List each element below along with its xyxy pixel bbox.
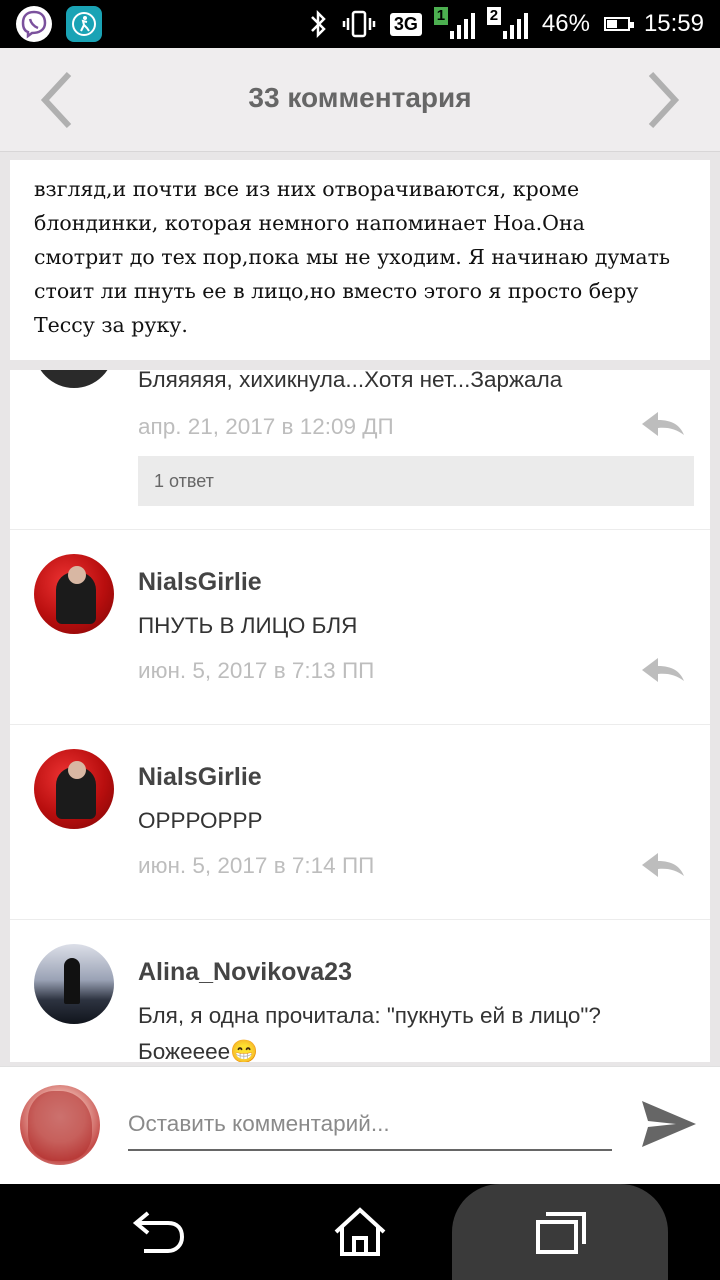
comment-date: июн. 5, 2017 в 7:13 ПП [138,658,375,683]
comment-author[interactable]: Alina_Novikova23 [138,958,352,987]
comment-item: NialsGirlie ОРРРОРРР июн. 5, 2017 в 7:14… [10,725,710,920]
comment-item: Alina_Novikova23 Бля, я одна прочитала: … [10,920,710,1062]
comment-date: июн. 5, 2017 в 7:14 ПП [138,853,375,878]
avatar[interactable] [34,944,114,1024]
status-bar: 3G 1 2 46% 15:59 [0,0,720,48]
comments-header: 33 комментария [0,48,720,152]
recents-button[interactable] [452,1184,668,1280]
battery-icon [603,17,634,31]
next-part-button[interactable] [644,70,684,130]
send-icon [642,1101,696,1147]
page-title: 33 комментария [248,82,472,113]
bluetooth-icon [308,9,328,39]
comment-composer [0,1066,720,1184]
sim2-signal-icon: 2 [486,7,528,39]
chevron-right-icon [648,71,680,129]
comment-text: ОРРРОРРР [138,808,263,833]
comment-author[interactable]: NialsGirlie [138,763,262,792]
battery-percent: 46% [541,10,590,37]
comment-list: Бляяяяя, хихикнула...Хотя нет...Заржала … [10,370,710,1062]
comment-item: Бляяяяя, хихикнула...Хотя нет...Заржала … [10,370,710,530]
send-button[interactable] [640,1097,698,1151]
reply-icon[interactable] [640,410,686,438]
home-button[interactable] [310,1184,410,1280]
recents-icon [536,1212,586,1254]
home-icon [334,1207,386,1256]
network-type-badge: 3G [389,12,422,36]
comment-text: Бля, я одна прочитала: "пукнуть ей в лиц… [138,998,678,1062]
comment-text: ПНУТЬ В ЛИЦО БЛЯ [138,613,358,638]
story-line: смотрит до тех пор,пока мы не уходим. Я … [34,245,671,269]
comment-text: Бляяяяя, хихикнула...Хотя нет...Заржала [138,370,563,392]
comment-input[interactable] [128,1105,612,1151]
story-line: блондинки, которая немного напоминает Но… [34,211,585,235]
system-indicators: 3G 1 2 46% 15:59 [308,0,704,48]
back-icon [132,1211,185,1253]
story-line: Тессу за руку. [34,313,188,337]
avatar[interactable] [34,749,114,829]
comment-text-line: Божееее😁 [138,1039,259,1062]
story-text: взгляд,и почти все из них отворачиваются… [34,160,694,342]
view-replies-button[interactable]: 1 ответ [138,456,694,506]
comment-text-line: Бля, я одна прочитала: "пукнуть ей в лиц… [138,1003,601,1028]
sim1-signal-icon: 1 [433,7,475,39]
clock: 15:59 [643,10,704,37]
avatar[interactable] [34,370,114,388]
back-button[interactable] [110,1184,210,1280]
viber-icon [16,6,52,42]
reply-icon[interactable] [640,851,686,879]
comment-item: NialsGirlie ПНУТЬ В ЛИЦО БЛЯ июн. 5, 201… [10,530,710,725]
fitness-app-icon [66,6,102,42]
system-nav-bar [0,1184,720,1280]
notification-icons [16,6,102,42]
current-user-avatar [20,1085,100,1165]
vibrate-icon [342,9,376,39]
reply-icon[interactable] [640,656,686,684]
comment-author[interactable]: NialsGirlie [138,568,262,597]
story-line: взгляд,и почти все из них отворачиваются… [34,177,580,201]
story-line: стоит ли пнуть ее в лицо,но вместо этого… [34,279,639,303]
story-excerpt: взгляд,и почти все из них отворачиваются… [10,160,710,360]
content-area[interactable]: взгляд,и почти все из них отворачиваются… [10,160,710,1062]
comment-date: апр. 21, 2017 в 12:09 ДП [138,414,394,439]
avatar[interactable] [34,554,114,634]
